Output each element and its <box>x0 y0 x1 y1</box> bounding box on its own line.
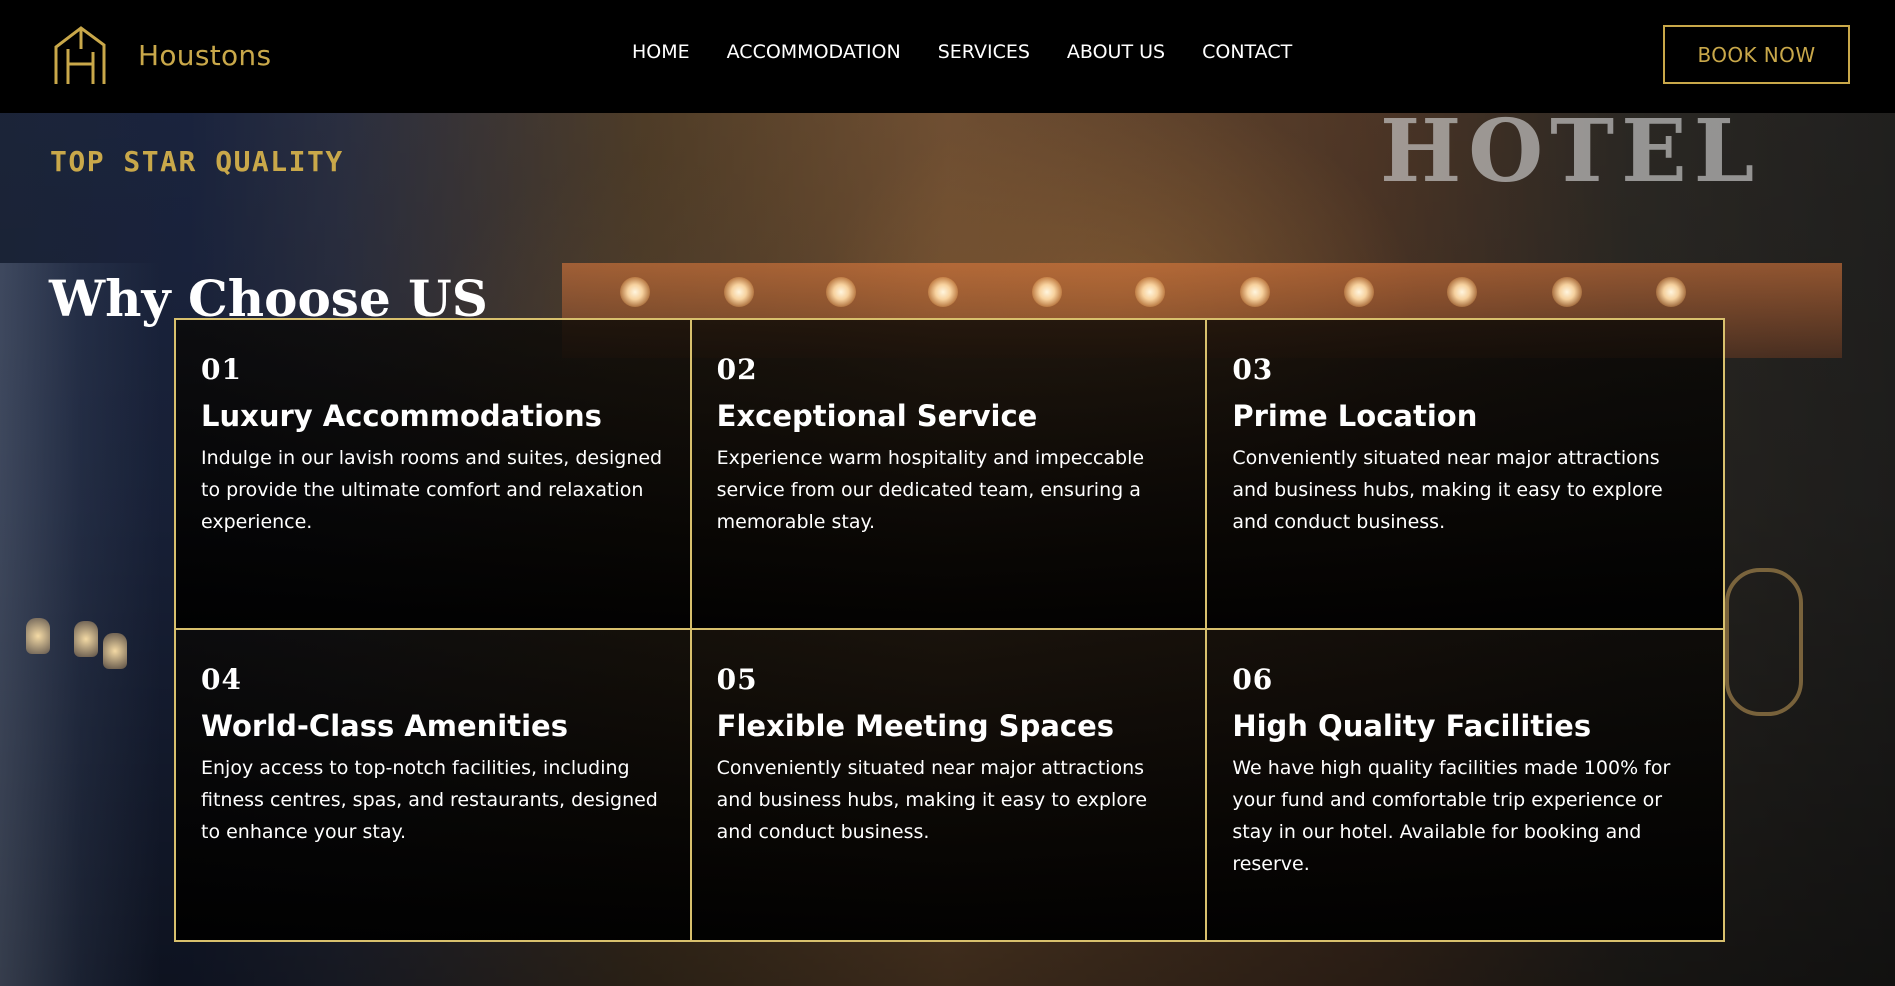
marquee-light <box>1552 277 1582 307</box>
feature-card: 04 World-Class Amenities Enjoy access to… <box>176 630 692 940</box>
marquee-light <box>1032 277 1062 307</box>
nav-contact[interactable]: CONTACT <box>1202 43 1292 62</box>
feature-card: 01 Luxury Accommodations Indulge in our … <box>176 320 692 630</box>
feature-description: Conveniently situated near major attract… <box>1232 446 1663 533</box>
street-lamp-icon <box>103 633 127 669</box>
section-title: Why Choose US <box>49 268 488 328</box>
feature-description: Indulge in our lavish rooms and suites, … <box>201 446 663 533</box>
book-now-button[interactable]: BOOK NOW <box>1663 25 1850 84</box>
street-lamp-icon <box>74 621 98 657</box>
nav-about-us[interactable]: ABOUT US <box>1067 43 1165 62</box>
feature-description: Experience warm hospitality and impeccab… <box>716 446 1145 533</box>
features-grid: 01 Luxury Accommodations Indulge in our … <box>174 318 1725 942</box>
marquee-light <box>1344 277 1374 307</box>
nav-home[interactable]: HOME <box>632 43 690 62</box>
feature-description: We have high quality facilities made 100… <box>1232 756 1671 875</box>
nav-accommodation[interactable]: ACCOMMODATION <box>727 43 901 62</box>
brand[interactable]: Houstons <box>52 25 271 87</box>
marquee-light <box>620 277 650 307</box>
feature-number: 06 <box>1232 663 1274 696</box>
feature-title: Exceptional Service <box>716 399 1038 433</box>
feature-description: Enjoy access to top-notch facilities, in… <box>201 756 658 843</box>
main-nav: HOME ACCOMMODATION SERVICES ABOUT US CON… <box>632 43 1292 62</box>
marquee-light <box>826 277 856 307</box>
house-h-logo-icon <box>54 26 106 84</box>
feature-title: Flexible Meeting Spaces <box>716 709 1115 743</box>
feature-card: 06 High Quality Facilities We have high … <box>1207 630 1723 940</box>
feature-title: High Quality Facilities <box>1232 709 1592 743</box>
feature-card: 02 Exceptional Service Experience warm h… <box>691 320 1208 630</box>
feature-number: 05 <box>716 663 758 696</box>
marquee-light <box>1135 277 1165 307</box>
feature-description: Conveniently situated near major attract… <box>716 756 1148 843</box>
feature-title: Luxury Accommodations <box>201 399 602 433</box>
feature-title: World-Class Amenities <box>201 709 568 743</box>
feature-card: 05 Flexible Meeting Spaces Conveniently … <box>691 630 1208 940</box>
street-lamp-icon <box>26 618 50 654</box>
page: Houstons HOME ACCOMMODATION SERVICES ABO… <box>0 0 1895 986</box>
hotel-sign-text: HOTEL <box>1380 113 1762 202</box>
feature-number: 03 <box>1232 353 1274 386</box>
brand-name: Houstons <box>138 39 272 72</box>
marquee-light <box>1656 277 1686 307</box>
feature-number: 04 <box>201 663 242 696</box>
marquee-light <box>1447 277 1477 307</box>
section-kicker: TOP STAR QUALITY <box>50 145 344 178</box>
feature-number: 01 <box>201 353 242 386</box>
marquee-light <box>724 277 754 307</box>
feature-number: 02 <box>716 353 758 386</box>
marquee-light <box>928 277 958 307</box>
feature-card: 03 Prime Location Conveniently situated … <box>1207 320 1723 630</box>
nav-services[interactable]: SERVICES <box>938 43 1030 62</box>
feature-title: Prime Location <box>1232 399 1478 433</box>
top-navbar: Houstons HOME ACCOMMODATION SERVICES ABO… <box>0 0 1895 113</box>
round-sign-decoration <box>1725 568 1803 716</box>
marquee-light <box>1240 277 1270 307</box>
